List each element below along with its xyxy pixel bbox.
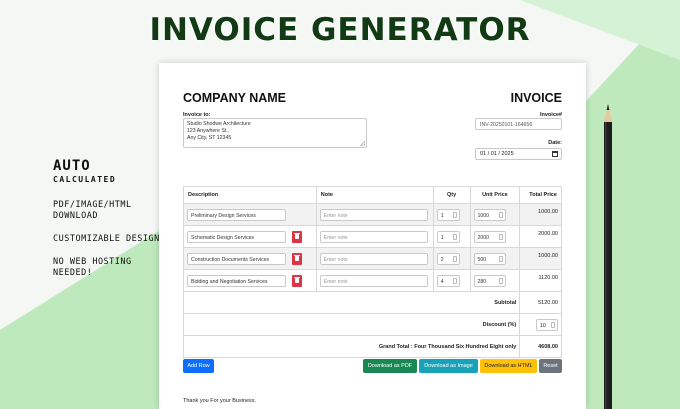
discount-input[interactable]: 10 <box>536 318 558 331</box>
feature-auto-title: AUTO <box>53 158 91 174</box>
grand-total-value: 4608.00 <box>519 335 562 358</box>
qty-input[interactable]: 4 <box>436 274 460 287</box>
spinner-icon <box>452 211 457 218</box>
download-html-button[interactable]: Download as HTML <box>480 359 537 373</box>
row-total: 2000.00 <box>519 225 562 248</box>
table-header-row: Description Note Qty Unit Price Total Pr… <box>183 186 562 204</box>
feature-item: CUSTOMIZABLE DESIGN <box>53 234 160 244</box>
spinner-icon <box>498 255 503 262</box>
header-total-price: Total Price <box>519 186 562 204</box>
spinner-icon <box>551 321 555 328</box>
spinner-icon <box>452 233 457 240</box>
resize-grip-icon[interactable] <box>360 141 365 146</box>
header-unit-price: Unit Price <box>469 186 521 204</box>
date-value: 01 / 01 / 2025 <box>480 151 514 157</box>
discount-row: Discount (%) 10 <box>182 313 562 336</box>
row-total: 1120.00 <box>519 269 562 292</box>
feature-item: NO WEB HOSTING NEEDED! <box>53 257 132 278</box>
date-input[interactable]: 01 / 01 / 2025 <box>475 148 562 160</box>
spinner-icon <box>498 277 503 284</box>
spinner-icon <box>452 277 457 284</box>
header-qty: Qty <box>432 186 471 204</box>
note-input[interactable]: Enter note <box>319 208 428 221</box>
unit-price-input[interactable]: 1000 <box>473 208 506 221</box>
unit-price-input[interactable]: 2000 <box>473 230 506 243</box>
address-line: Any City, ST 12345 <box>187 135 232 141</box>
table-row: Schematic Design Services Enter note 1 2… <box>183 225 562 248</box>
address-line: 123 Anywhere St., <box>187 128 230 134</box>
qty-input[interactable]: 1 <box>436 230 460 243</box>
feature-auto-subtitle: CALCULATED <box>53 175 117 184</box>
description-input[interactable]: Construction Documents Services <box>187 252 286 265</box>
spinner-icon <box>498 233 503 240</box>
unit-price-input[interactable]: 280 <box>473 274 506 287</box>
add-row-button[interactable]: Add Row <box>183 359 214 373</box>
download-pdf-button[interactable]: Download as PDF <box>363 359 417 373</box>
note-input[interactable]: Enter note <box>319 274 428 287</box>
download-image-button[interactable]: Download as Image <box>419 359 478 373</box>
header-note: Note <box>315 186 434 204</box>
table-row: Bidding and Negotiation Services Enter n… <box>183 269 562 292</box>
invoice-number-input[interactable]: INV-20250101-164656 <box>475 118 562 130</box>
spinner-icon <box>498 211 503 218</box>
subtotal-row: Subtotal 5120.00 <box>182 291 562 314</box>
grand-total-label: Grand Total : Four Thousand Six Hundred … <box>182 335 521 358</box>
qty-input[interactable]: 2 <box>436 252 460 265</box>
note-input[interactable]: Enter note <box>319 252 428 265</box>
row-total: 1000.00 <box>519 247 562 270</box>
reset-button[interactable]: Reset <box>539 359 562 373</box>
delete-row-icon[interactable] <box>292 252 302 265</box>
description-input[interactable]: Schematic Design Services <box>187 230 286 243</box>
delete-row-icon[interactable] <box>292 274 302 287</box>
banner-title: INVOICE GENERATOR <box>149 12 531 48</box>
feature-item: PDF/IMAGE/HTML DOWNLOAD <box>53 200 132 221</box>
qty-input[interactable]: 1 <box>436 208 460 221</box>
delete-row-icon[interactable] <box>292 230 302 243</box>
subtotal-label: Subtotal <box>182 291 521 314</box>
invoice-sheet: COMPANY NAME INVOICE Invoice to: Studio … <box>159 63 586 409</box>
subtotal-value: 5120.00 <box>519 291 562 314</box>
table-row: Preliminary Design Services Enter note 1… <box>183 203 562 226</box>
items-table: Description Note Qty Unit Price Total Pr… <box>182 186 562 358</box>
unit-price-input[interactable]: 500 <box>473 252 506 265</box>
table-row: Construction Documents Services Enter no… <box>183 247 562 270</box>
header-description: Description <box>183 186 317 204</box>
grand-total-row: Grand Total : Four Thousand Six Hundred … <box>182 335 562 358</box>
invoice-heading: INVOICE <box>510 91 562 105</box>
thank-you-note: Thank you For your Business. <box>183 398 257 404</box>
calendar-icon[interactable] <box>552 151 558 157</box>
description-input[interactable]: Bidding and Negotiation Services <box>187 274 286 287</box>
feature-list: AUTO CALCULATED PDF/IMAGE/HTML DOWNLOAD … <box>53 158 163 279</box>
description-input[interactable]: Preliminary Design Services <box>187 208 286 221</box>
address-line: Studio Shodwe Architecture <box>187 121 251 127</box>
note-input[interactable]: Enter note <box>319 230 428 243</box>
spinner-icon <box>452 255 457 262</box>
company-name: COMPANY NAME <box>183 91 287 105</box>
date-label: Date: <box>548 140 562 146</box>
pencil-icon <box>604 104 612 409</box>
invoice-to-textarea[interactable]: Studio Shodwe Architecture 123 Anywhere … <box>183 118 367 148</box>
row-total: 1000.00 <box>519 203 562 226</box>
discount-label: Discount (%) <box>182 313 521 336</box>
